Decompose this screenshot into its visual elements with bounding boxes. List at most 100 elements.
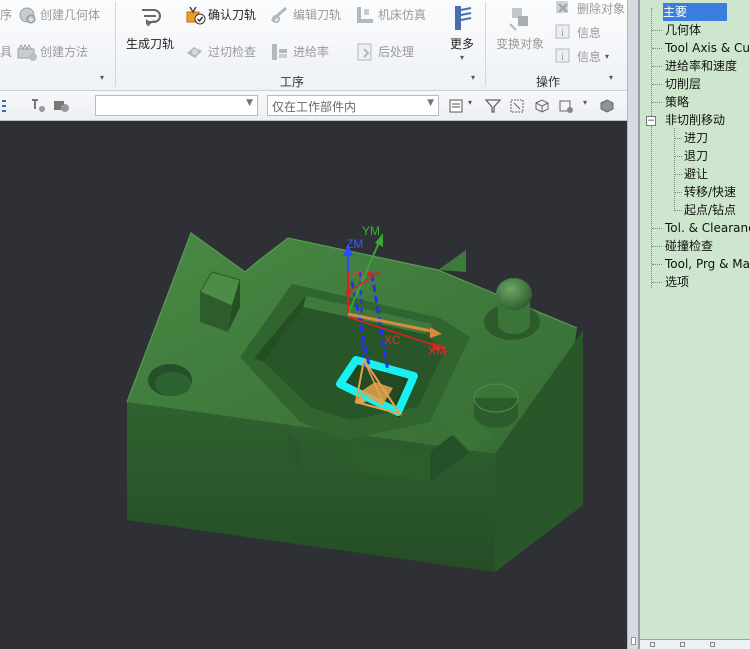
insert-cut-label-2: 具 — [0, 45, 13, 59]
scroll-grip-icon — [710, 642, 715, 647]
chevron-down-icon: ▼ — [427, 98, 434, 108]
actions-group-label: 操作 — [536, 75, 561, 89]
resize-grip-icon[interactable] — [631, 637, 636, 645]
info-button-2[interactable]: i 信息 ▾ — [553, 46, 609, 66]
scroll-grip-icon — [650, 642, 655, 647]
delete-object-button[interactable]: 删除对象 — [553, 0, 625, 18]
delete-object-label: 删除对象 — [577, 1, 626, 16]
tree-item-engage[interactable]: 进刀 — [675, 129, 709, 147]
transform-object-label: 变换对象 — [496, 37, 545, 51]
ribbon: 序 具 + 创建几何体 创建方法 ▾ 生成刀轨 确认刀轨 编辑刀轨 机床仿真 过… — [0, 0, 627, 91]
tree-item-collision-check[interactable]: 碰撞检查 — [652, 237, 714, 255]
tree-item-tool-axis[interactable]: Tool Axis & Cu — [652, 39, 750, 57]
part-model[interactable]: YM ZM ZC XC XM — [0, 122, 627, 649]
more-button[interactable]: 更多 ▾ — [446, 4, 478, 62]
tree-item-main[interactable]: 主要 — [663, 3, 728, 21]
insert-cut-button-1[interactable]: 序 — [0, 6, 12, 23]
edit-toolpath-label: 编辑刀轨 — [293, 7, 342, 22]
feeds-button[interactable]: 进给率 — [269, 41, 329, 61]
tree-item-label: 非切削移动 — [665, 113, 726, 127]
tree-item-label: 转移/快速 — [684, 185, 737, 199]
actions-group-expand-icon[interactable]: ▾ — [609, 73, 613, 82]
create-method-button[interactable]: 创建方法 — [16, 41, 88, 61]
machine-simulation-button[interactable]: 机床仿真 — [354, 4, 426, 24]
tree-item-tolerance-clearance[interactable]: Tol. & Clearanc — [652, 219, 750, 237]
zm-axis-label: ZM — [346, 237, 363, 251]
insert-cut-button-2[interactable]: 具 — [0, 43, 12, 60]
select-feature-icon[interactable] — [557, 97, 575, 115]
xm-axis-label: XM — [428, 344, 446, 358]
info-button-1[interactable]: i 信息 — [553, 22, 601, 42]
layer-settings-icon[interactable] — [448, 97, 466, 115]
type-filter-combo[interactable]: ▼ — [95, 95, 258, 116]
tree-item-retract[interactable]: 退刀 — [675, 147, 708, 165]
tree-item-label: 起点/钻点 — [684, 203, 737, 217]
tree-item-label: 切削层 — [665, 77, 702, 91]
tree-item-label: 主要 — [663, 5, 688, 19]
ribbon-separator — [115, 2, 116, 86]
create-geometry-label: 创建几何体 — [40, 7, 101, 22]
tree-item-transfer-rapid[interactable]: 转移/快速 — [675, 183, 737, 201]
insert-group-expand-icon[interactable]: ▾ — [100, 73, 104, 82]
tree-guide-line — [674, 128, 675, 211]
postprocess-button[interactable]: 后处理 — [354, 41, 414, 61]
info-icon: i — [553, 46, 573, 66]
collapse-icon[interactable]: − — [646, 116, 656, 126]
postprocess-icon — [354, 41, 374, 61]
tree-item-label: 进给率和速度 — [665, 59, 738, 73]
svg-text:+: + — [28, 15, 35, 24]
tree-item-feeds-speeds[interactable]: 进给率和速度 — [652, 57, 738, 75]
more-dropdown-icon: ▾ — [459, 53, 464, 62]
navigator-splitter[interactable] — [627, 0, 639, 649]
info-label-1: 信息 — [577, 25, 602, 40]
tree-item-cut-levels[interactable]: 切削层 — [652, 75, 702, 93]
tree-item-label: 进刀 — [684, 131, 709, 145]
edit-toolpath-button[interactable]: 编辑刀轨 — [269, 4, 341, 24]
svg-text:i: i — [561, 51, 564, 63]
navigator-scrollbar[interactable] — [640, 639, 750, 649]
create-geometry-button[interactable]: + 创建几何体 — [16, 4, 100, 24]
graphics-viewport[interactable]: YM ZM ZC XC XM — [0, 122, 627, 649]
tree-item-non-cutting-moves[interactable]: 非切削移动 — [665, 111, 725, 129]
tree-item-label: 碰撞检查 — [665, 239, 714, 253]
feature-group-icon[interactable] — [52, 97, 70, 115]
ribbon-separator — [485, 2, 486, 86]
verify-toolpath-button[interactable]: 确认刀轨 — [184, 4, 257, 25]
gouge-check-button[interactable]: 过切检查 — [184, 41, 256, 61]
tree-item-tool-program-machine[interactable]: Tool, Prg & Ma — [652, 255, 750, 273]
chevron-down-icon[interactable]: ▾ — [583, 98, 587, 107]
transform-object-button[interactable]: 变换对象 — [496, 4, 544, 52]
ym-axis-label: YM — [362, 224, 380, 238]
chevron-down-icon[interactable]: ▾ — [468, 98, 472, 107]
info-dropdown-icon[interactable]: ▾ — [605, 52, 609, 61]
info-label-2: 信息 — [577, 49, 602, 64]
select-box-icon[interactable] — [508, 97, 526, 115]
process-group-expand-icon[interactable]: ▾ — [471, 73, 475, 82]
xc-axis-label: XC — [384, 333, 401, 347]
chevron-down-icon: ▼ — [246, 98, 253, 108]
tree-item-avoidance[interactable]: 避让 — [675, 165, 709, 183]
filter-funnel-icon[interactable] — [484, 97, 502, 115]
verify-toolpath-icon — [184, 4, 206, 25]
postprocess-label: 后处理 — [378, 44, 415, 59]
machine-simulation-icon — [354, 4, 374, 24]
tree-item-geometry[interactable]: 几何体 — [652, 21, 701, 39]
generate-toolpath-icon — [134, 4, 166, 34]
snap-point-icon[interactable] — [0, 97, 18, 115]
tree-item-options[interactable]: 选项 — [652, 273, 689, 291]
verify-toolpath-label: 确认刀轨 — [208, 7, 257, 22]
select-body-icon[interactable] — [533, 97, 551, 115]
more-icon — [446, 4, 478, 34]
selection-scope-value: 仅在工作部件内 — [272, 100, 357, 114]
svg-text:i: i — [561, 27, 564, 39]
parameter-tree: 主要 几何体 Tool Axis & Cu 进给率和速度 切削层 策略 − 非切… — [639, 0, 750, 649]
selection-scope-combo[interactable]: 仅在工作部件内 ▼ — [267, 95, 439, 116]
generate-toolpath-button[interactable]: 生成刀轨 — [126, 4, 174, 52]
tree-item-strategy[interactable]: 策略 — [652, 93, 689, 111]
tree-item-start-drill-points[interactable]: 起点/钻点 — [675, 201, 737, 219]
tree-item-label: 避让 — [684, 167, 709, 181]
delete-object-icon — [553, 0, 573, 18]
shaded-view-icon[interactable] — [598, 97, 616, 115]
selection-filter-icon[interactable] — [30, 97, 48, 115]
insert-cut-label-1: 序 — [0, 8, 13, 22]
